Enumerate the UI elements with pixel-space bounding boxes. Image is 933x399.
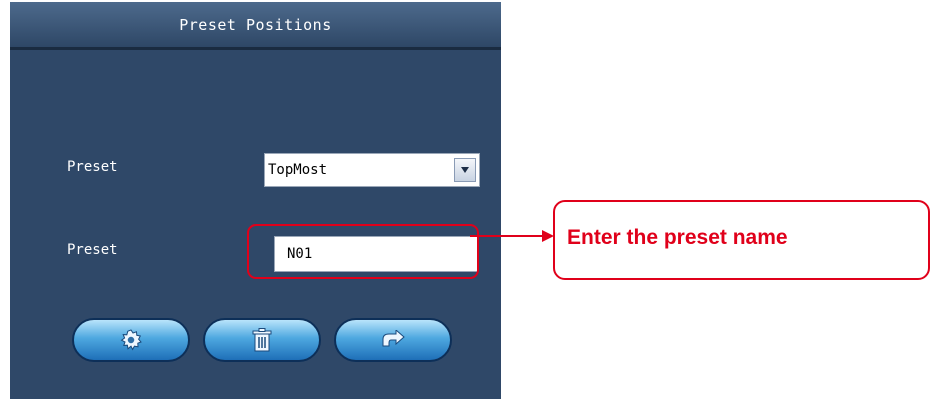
delete-preset-button[interactable] [203,318,321,362]
annotation-arrow [470,230,554,242]
trash-icon [252,328,272,352]
preset-positions-panel: Preset Positions Preset TopMost Preset [10,2,501,399]
goto-preset-button[interactable] [334,318,452,362]
set-preset-button[interactable] [72,318,190,362]
gear-icon [120,329,142,351]
goto-icon [382,330,405,347]
preset-select[interactable]: TopMost [264,153,480,187]
preset-select-value: TopMost [268,162,328,178]
chevron-down-icon [461,167,469,173]
input-highlight-box [247,224,479,279]
dropdown-arrow-icon[interactable] [454,158,476,182]
panel-header: Preset Positions [10,2,501,50]
preset-select-label: Preset [67,159,118,175]
panel-title: Preset Positions [179,16,332,34]
annotation-callout: Enter the preset name [553,200,930,280]
preset-name-label: Preset [67,242,118,258]
annotation-text: Enter the preset name [567,226,788,249]
